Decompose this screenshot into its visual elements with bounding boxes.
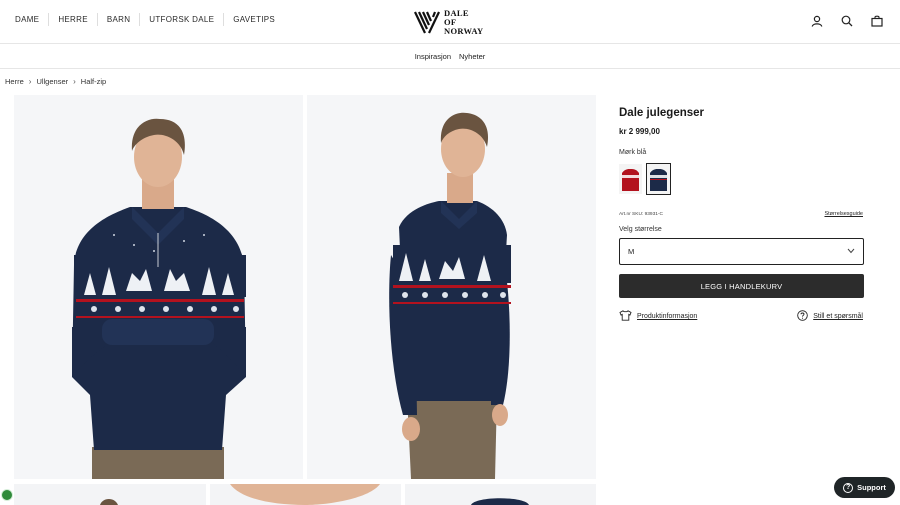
product-sku: Art.nr SKU: 93931-C — [619, 212, 663, 217]
nav-item-barn[interactable]: BARN — [96, 13, 139, 26]
brand-logo[interactable]: DALE OF NORWAY — [413, 6, 493, 38]
product-info-link[interactable]: Produktinformasjon — [619, 310, 697, 323]
nav-item-utforsk-dale[interactable]: UTFORSK DALE — [139, 13, 223, 26]
recycle-badge-icon[interactable] — [1, 489, 13, 501]
product-title: Dale julegenser — [619, 107, 705, 119]
add-to-cart-button[interactable]: LEGG I HANDLEKURV — [619, 274, 864, 298]
size-select-value: M — [628, 247, 635, 256]
logo-mark-icon — [413, 8, 441, 36]
nav-item-gavetips[interactable]: GAVETIPS — [223, 13, 284, 26]
product-thumbnail-1[interactable] — [14, 484, 206, 505]
question-icon: ? — [843, 482, 854, 493]
sub-navigation: Inspirasjon Nyheter — [0, 44, 900, 69]
support-label: Support — [857, 483, 886, 492]
subnav-item-inspirasjon[interactable]: Inspirasjon — [415, 52, 451, 61]
subnav-item-nyheter[interactable]: Nyheter — [459, 52, 485, 61]
chevron-down-icon — [847, 247, 855, 256]
nav-item-dame[interactable]: DAME — [6, 13, 48, 26]
product-thumbnail-3[interactable] — [405, 484, 596, 505]
chevron-right-icon: › — [28, 77, 32, 86]
search-icon[interactable] — [840, 14, 854, 28]
size-select[interactable]: M — [619, 238, 864, 265]
product-price: kr 2 999,00 — [619, 127, 660, 136]
breadcrumb-herre[interactable]: Herre — [5, 77, 24, 86]
size-guide-link[interactable]: Størrelsesguide — [824, 211, 863, 217]
top-header: DAME HERRE BARN UTFORSK DALE GAVETIPS DA… — [0, 0, 900, 44]
bag-icon[interactable] — [870, 14, 884, 28]
product-thumbnail-2[interactable] — [210, 484, 401, 505]
nav-item-herre[interactable]: HERRE — [48, 13, 97, 26]
selected-color-label: Mørk blå — [619, 149, 647, 156]
breadcrumb-ullgenser[interactable]: Ullgenser — [36, 77, 68, 86]
support-chat-button[interactable]: ? Support — [834, 477, 895, 498]
main-navigation: DAME HERRE BARN UTFORSK DALE GAVETIPS — [6, 13, 284, 26]
color-swatch-red[interactable] — [619, 164, 642, 194]
product-image-front[interactable] — [14, 95, 303, 479]
chevron-right-icon: › — [73, 77, 76, 86]
product-info-label: Produktinformasjon — [637, 313, 698, 320]
logo-text: DALE OF NORWAY — [444, 8, 484, 36]
color-swatch-dark-blue[interactable] — [646, 163, 671, 195]
ask-question-link[interactable]: Still et spørsmål — [797, 310, 863, 323]
breadcrumb-half-zip[interactable]: Half-zip — [81, 77, 106, 86]
breadcrumb: Herre › Ullgenser › Half-zip — [5, 77, 106, 86]
product-image-side[interactable] — [307, 95, 596, 479]
ask-question-label: Still et spørsmål — [813, 313, 863, 320]
user-icon[interactable] — [810, 14, 824, 28]
logo-line-3: NORWAY — [444, 25, 484, 36]
header-icons — [794, 14, 884, 28]
tshirt-icon — [619, 310, 632, 323]
size-label: Velg størrelse — [619, 226, 662, 233]
question-circle-icon — [797, 310, 808, 323]
